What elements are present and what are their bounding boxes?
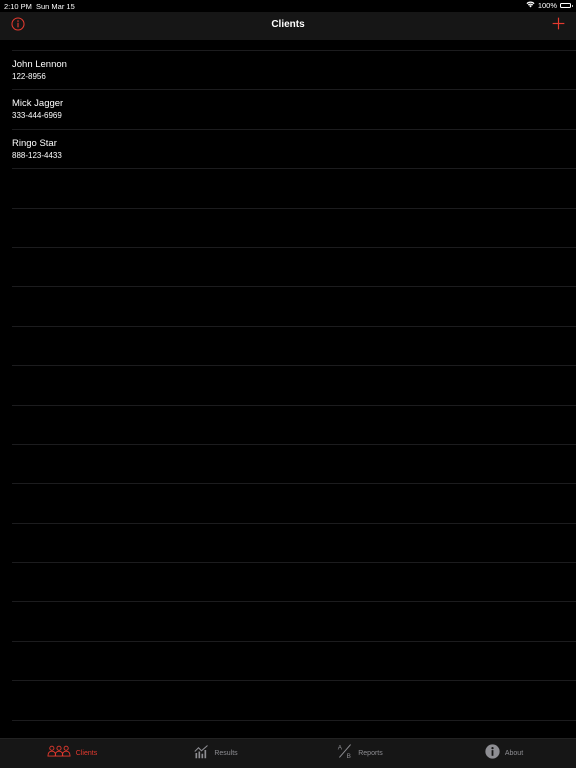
empty-row bbox=[12, 563, 576, 603]
tab-clients[interactable]: Clients bbox=[0, 739, 144, 768]
add-client-button[interactable] bbox=[549, 17, 567, 35]
tab-label: Reports bbox=[358, 750, 383, 757]
chart-icon bbox=[194, 744, 209, 764]
tab-label: Clients bbox=[75, 750, 98, 757]
navigation-bar: Clients bbox=[0, 12, 576, 40]
empty-row bbox=[12, 484, 576, 524]
tab-bar: Clients Results A B Reports About bbox=[0, 738, 576, 768]
people-icon bbox=[47, 745, 71, 763]
client-name: Mick Jagger bbox=[12, 98, 64, 110]
empty-row bbox=[12, 287, 576, 327]
empty-row bbox=[12, 602, 576, 642]
list-item[interactable]: Ringo Star 888-123-4433 bbox=[12, 130, 576, 170]
info-icon bbox=[485, 743, 500, 764]
tab-label: Results bbox=[214, 750, 238, 757]
empty-row bbox=[12, 366, 576, 406]
status-date: Sun Mar 15 bbox=[36, 2, 75, 11]
empty-row bbox=[12, 524, 576, 564]
plus-icon bbox=[552, 17, 565, 35]
empty-row bbox=[12, 327, 576, 367]
status-right: 100% bbox=[526, 1, 573, 10]
empty-row bbox=[12, 248, 576, 288]
tab-label: About bbox=[504, 750, 524, 757]
client-name: John Lennon bbox=[12, 59, 67, 70]
client-name: Ringo Star bbox=[12, 137, 57, 149]
client-phone: 888-123-4433 bbox=[12, 150, 62, 160]
battery-percent: 100% bbox=[537, 1, 557, 10]
ab-icon: A B bbox=[337, 743, 353, 764]
clients-list[interactable]: John Lennon 122-8956 Mick Jagger 333-444… bbox=[0, 40, 576, 738]
client-phone: 122-8956 bbox=[12, 72, 46, 81]
wifi-icon bbox=[526, 1, 535, 10]
list-top-separator bbox=[12, 40, 576, 51]
battery-icon bbox=[560, 3, 573, 8]
status-bar: 2:10 PM Sun Mar 15 100% bbox=[0, 0, 576, 12]
list-item[interactable]: Mick Jagger 333-444-6969 bbox=[12, 90, 576, 130]
page-title: Clients bbox=[271, 19, 305, 30]
empty-row bbox=[12, 681, 576, 721]
list-item[interactable]: John Lennon 122-8956 bbox=[12, 51, 576, 91]
client-phone: 333-444-6969 bbox=[12, 111, 62, 121]
svg-text:A: A bbox=[338, 744, 343, 751]
svg-text:B: B bbox=[347, 753, 351, 759]
empty-row bbox=[12, 209, 576, 248]
empty-row bbox=[12, 445, 576, 485]
tab-results[interactable]: Results bbox=[144, 739, 288, 768]
empty-row bbox=[12, 169, 576, 209]
empty-row bbox=[12, 642, 576, 682]
tab-about[interactable]: About bbox=[432, 739, 576, 768]
empty-row bbox=[12, 406, 576, 445]
tab-reports[interactable]: A B Reports bbox=[288, 739, 432, 768]
status-time: 2:10 PM bbox=[4, 2, 32, 11]
